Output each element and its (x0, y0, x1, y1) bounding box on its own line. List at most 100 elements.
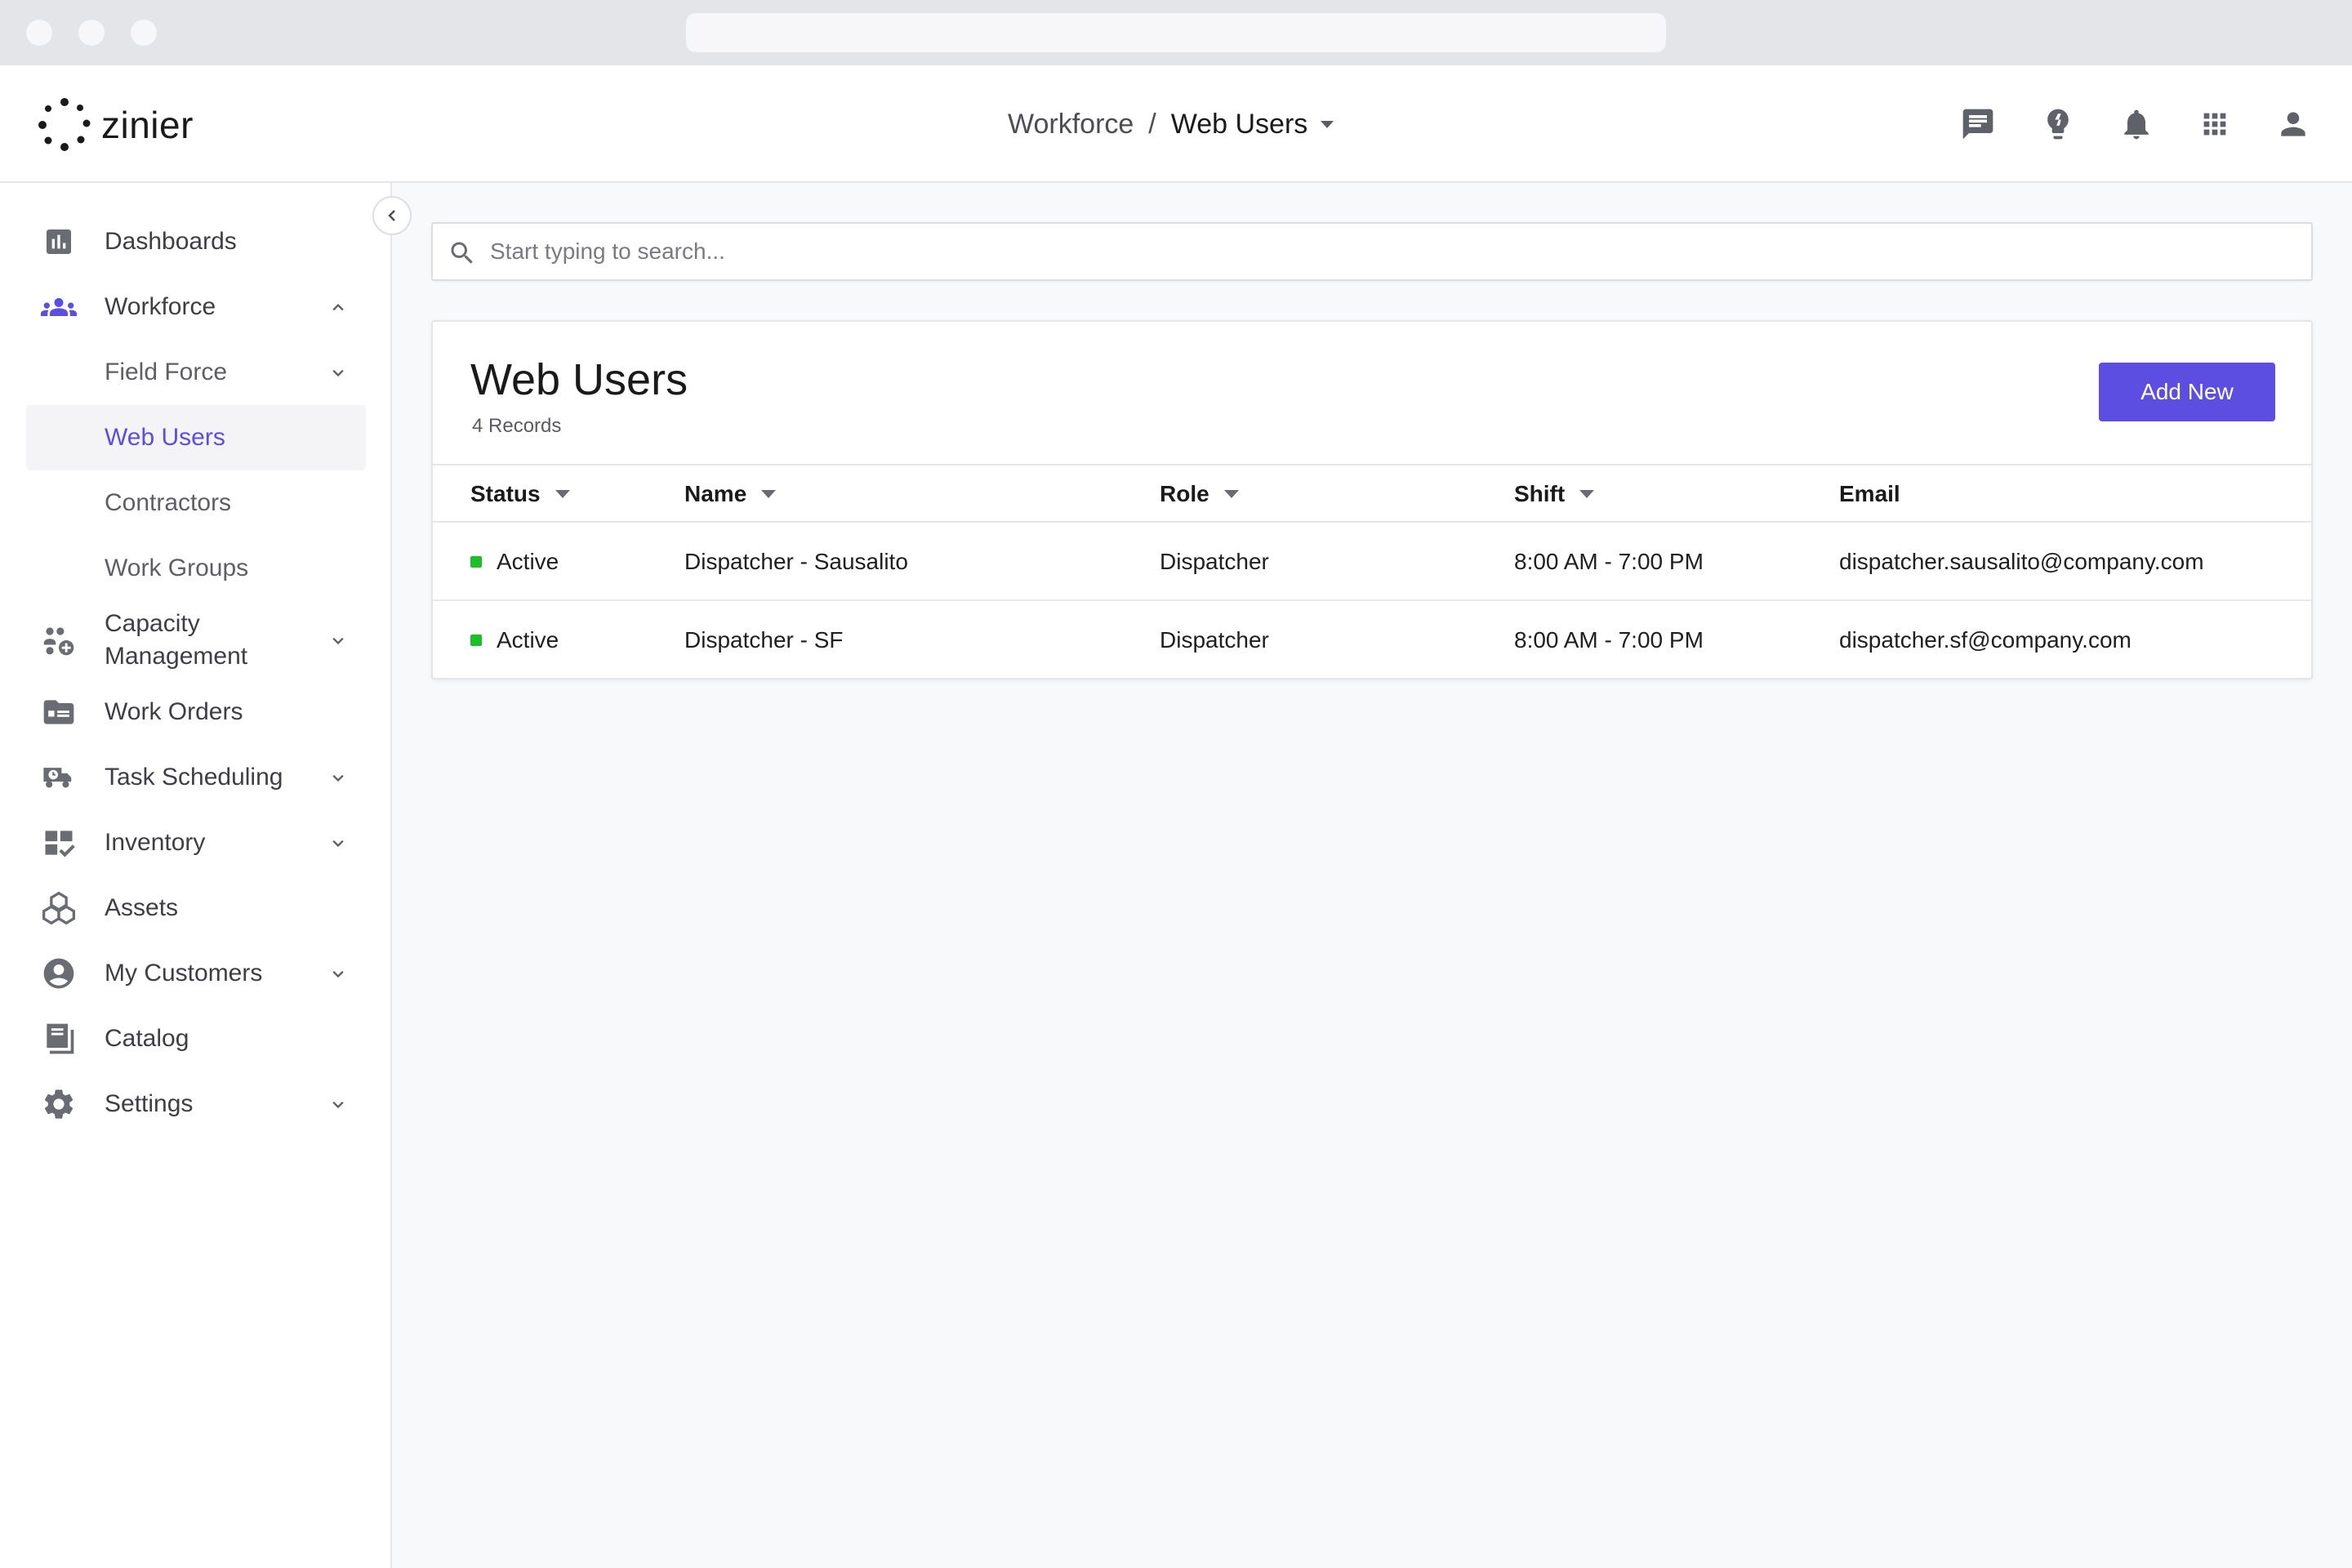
truck-icon (41, 760, 77, 795)
chevron-down-icon[interactable] (327, 831, 350, 854)
people-icon (41, 289, 77, 325)
name-cell[interactable]: Dispatcher - Sausalito (684, 523, 908, 601)
column-header-label: Shift (1514, 481, 1566, 506)
table-row[interactable]: Active Dispatcher - Sausalito Dispatcher… (433, 523, 2311, 601)
chevron-down-icon[interactable] (327, 629, 350, 652)
sidebar-item-label: Capacity Management (105, 610, 248, 670)
sidebar: Dashboards Workforce Field Force Web Use… (0, 183, 392, 1568)
email-cell: dispatcher.sausalito@company.com (1839, 549, 2204, 574)
lightbulb-icon[interactable] (2037, 103, 2079, 145)
add-new-button[interactable]: Add New (2099, 363, 2275, 421)
role-cell: Dispatcher (1160, 549, 1269, 574)
catalog-icon (41, 1021, 77, 1057)
chat-icon[interactable] (1957, 103, 1999, 145)
window-maximize-dot[interactable] (131, 20, 157, 46)
email-cell: dispatcher.sf@company.com (1839, 627, 2132, 653)
status-cell: Active (470, 523, 559, 601)
sort-caret-icon[interactable] (555, 490, 570, 498)
chevron-down-icon[interactable] (327, 361, 350, 384)
breadcrumb-separator: / (1148, 108, 1156, 140)
column-header-label: Status (470, 481, 541, 506)
sidebar-item-label: Contractors (105, 489, 232, 516)
sidebar-item-settings[interactable]: Settings (26, 1071, 366, 1137)
sidebar-item-label: Work Orders (105, 698, 243, 725)
window-close-dot[interactable] (26, 20, 52, 46)
assets-icon (41, 890, 77, 926)
sidebar-item-label: Workforce (105, 293, 216, 320)
sidebar-item-label: Work Groups (105, 555, 249, 581)
shift-cell: 8:00 AM - 7:00 PM (1514, 549, 1704, 574)
status-cell: Active (470, 601, 559, 679)
chevron-down-icon[interactable] (327, 962, 350, 985)
breadcrumb: Workforce / Web Users (1008, 101, 1334, 147)
breadcrumb-parent[interactable]: Workforce (1008, 109, 1134, 140)
status-text: Active (497, 627, 559, 653)
sidebar-item-my-customers[interactable]: My Customers (26, 941, 366, 1006)
table-row[interactable]: Active Dispatcher - SF Dispatcher 8:00 A… (433, 601, 2311, 679)
sidebar-item-label: My Customers (105, 960, 263, 987)
column-header-email: Email (1839, 466, 1900, 523)
sidebar-item-field-force[interactable]: Field Force (26, 340, 366, 405)
column-header-status[interactable]: Status (470, 466, 570, 523)
web-users-card: Web Users 4 Records Add New Status Name … (431, 320, 2313, 679)
breadcrumb-dropdown-icon[interactable] (1321, 120, 1334, 128)
work-orders-icon (41, 694, 77, 730)
sort-caret-icon[interactable] (761, 490, 777, 498)
table-header: Status Name Role Shift Email (433, 464, 2311, 523)
status-text: Active (497, 549, 559, 574)
sidebar-item-label: Assets (105, 894, 179, 921)
sidebar-item-work-orders[interactable]: Work Orders (26, 679, 366, 745)
brand-logo[interactable]: zinier (38, 96, 194, 154)
sidebar-item-dashboards[interactable]: Dashboards (26, 209, 366, 274)
column-header-name[interactable]: Name (684, 466, 777, 523)
sidebar-item-label: Inventory (105, 829, 206, 856)
record-count: 4 Records (472, 415, 562, 437)
status-active-indicator (470, 635, 482, 646)
sidebar-item-task-scheduling[interactable]: Task Scheduling (26, 745, 366, 810)
search-bar (431, 222, 2313, 281)
sidebar-item-catalog[interactable]: Catalog (26, 1006, 366, 1071)
chevron-down-icon[interactable] (327, 1093, 350, 1116)
column-header-label: Role (1160, 481, 1209, 506)
chevron-down-icon[interactable] (327, 766, 350, 789)
sidebar-item-workforce[interactable]: Workforce (26, 274, 366, 340)
sidebar-item-web-users[interactable]: Web Users (26, 405, 366, 470)
dashboard-icon (41, 224, 77, 260)
sidebar-item-label: Field Force (105, 359, 228, 385)
top-header: zinier Workforce / Web Users (0, 65, 2352, 183)
user-icon[interactable] (2272, 103, 2314, 145)
sidebar-item-label: Settings (105, 1090, 194, 1117)
sidebar-item-assets[interactable]: Assets (26, 875, 366, 941)
sort-caret-icon[interactable] (1223, 490, 1239, 498)
sidebar-item-contractors[interactable]: Contractors (26, 470, 366, 536)
column-header-label: Email (1839, 481, 1900, 506)
bell-icon[interactable] (2115, 103, 2158, 145)
page-title: Web Users (470, 355, 688, 404)
sidebar-item-capacity-management[interactable]: Capacity Management (26, 601, 366, 679)
customer-icon (41, 956, 77, 991)
zinier-logo-icon (38, 98, 91, 151)
sidebar-collapse-button[interactable] (372, 196, 412, 235)
chevron-up-icon[interactable] (327, 296, 350, 318)
column-header-role[interactable]: Role (1160, 466, 1239, 523)
settings-icon (41, 1086, 77, 1122)
name-cell[interactable]: Dispatcher - SF (684, 601, 844, 679)
sidebar-item-work-groups[interactable]: Work Groups (26, 536, 366, 601)
capacity-icon (41, 622, 77, 658)
sidebar-item-label: Catalog (105, 1025, 189, 1052)
browser-chrome (0, 0, 2352, 65)
apps-grid-icon[interactable] (2194, 103, 2236, 145)
column-header-shift[interactable]: Shift (1514, 466, 1595, 523)
search-icon (451, 242, 473, 264)
status-active-indicator (470, 556, 482, 568)
address-bar[interactable] (686, 13, 1666, 52)
window-minimize-dot[interactable] (78, 20, 105, 46)
chevron-left-icon (388, 210, 395, 221)
search-input[interactable] (490, 224, 2287, 279)
sidebar-item-inventory[interactable]: Inventory (26, 810, 366, 875)
sort-caret-icon[interactable] (1579, 490, 1595, 498)
role-cell: Dispatcher (1160, 627, 1269, 653)
sidebar-item-label: Task Scheduling (105, 764, 283, 791)
inventory-icon (41, 825, 77, 861)
brand-name: zinier (101, 104, 194, 146)
